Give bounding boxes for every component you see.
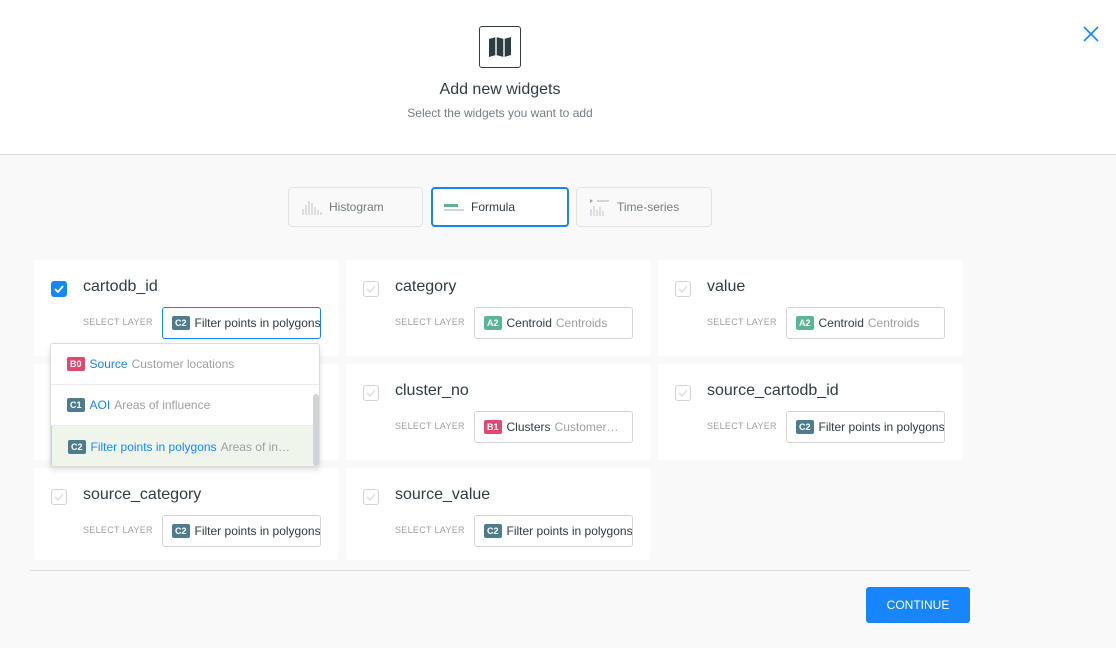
formula-icon	[444, 204, 464, 211]
layer-name: Filter points in polygons	[506, 524, 633, 538]
checkbox[interactable]	[675, 281, 691, 297]
check-icon	[678, 389, 688, 397]
checkbox[interactable]	[363, 489, 379, 505]
layer-source: Centroids	[867, 316, 920, 330]
check-icon	[54, 493, 64, 501]
layer-name: Filter points in polygons	[818, 420, 945, 434]
check-icon	[678, 285, 688, 293]
layer-badge: C2	[68, 439, 86, 454]
widget-card-source-value: source_value SELECT LAYER C2 Filter poin…	[346, 468, 650, 560]
column-name: cluster_no	[395, 382, 469, 399]
column-name: category	[395, 278, 457, 295]
tab-time-series[interactable]: Time-series	[576, 187, 712, 227]
column-name: value	[707, 278, 746, 295]
select-layer-label: SELECT LAYER	[707, 317, 777, 327]
close-icon[interactable]	[1080, 23, 1102, 45]
select-layer-label: SELECT LAYER	[707, 421, 777, 431]
layer-source: Customer…	[554, 420, 619, 434]
tab-formula[interactable]: Formula	[431, 187, 569, 227]
tab-label: Time-series	[617, 200, 680, 214]
layer-badge: B0	[67, 357, 85, 371]
dropdown-scrollbar[interactable]	[313, 394, 319, 466]
layer-select[interactable]: B1 Clusters Customer…	[474, 411, 633, 443]
checkbox[interactable]	[51, 489, 67, 505]
column-name: source_cartodb_id	[707, 382, 839, 399]
column-name: source_value	[395, 486, 491, 503]
layer-name: Filter points in polygons	[194, 316, 321, 330]
check-icon	[366, 493, 376, 501]
layer-select[interactable]: C2 Filter points in polygons	[162, 307, 321, 339]
continue-button[interactable]: CONTINUE	[866, 587, 970, 623]
checkbox[interactable]	[363, 385, 379, 401]
option-name: Filter points in polygons	[90, 439, 217, 454]
time-series-icon	[590, 199, 609, 216]
select-layer-label: SELECT LAYER	[83, 317, 153, 327]
modal-header: Add new widgets Select the widgets you w…	[0, 0, 1116, 155]
checkbox[interactable]	[675, 385, 691, 401]
option-source: Customer locations	[131, 357, 235, 371]
widget-card-cluster-no: cluster_no SELECT LAYER B1 Clusters Cust…	[346, 364, 650, 460]
select-layer-label: SELECT LAYER	[395, 421, 465, 431]
modal-title: Add new widgets	[439, 81, 561, 98]
checkbox[interactable]	[51, 281, 67, 297]
widget-card-source-category: source_category SELECT LAYER C2 Filter p…	[34, 468, 338, 560]
layer-name: Centroid	[818, 316, 864, 330]
layer-badge: C2	[172, 316, 190, 330]
select-layer-label: SELECT LAYER	[395, 317, 465, 327]
option-source: Areas of in…	[220, 439, 290, 454]
checkbox[interactable]	[363, 281, 379, 297]
layer-select[interactable]: C2 Filter points in polygons	[162, 515, 321, 547]
layer-source: Centroids	[555, 316, 608, 330]
select-layer-label: SELECT LAYER	[83, 525, 153, 535]
dropdown-option-aoi[interactable]: C1 AOI Areas of influence	[51, 385, 319, 426]
layer-badge: B1	[484, 420, 502, 434]
option-name: Source	[89, 357, 128, 371]
column-name: cartodb_id	[83, 278, 158, 295]
layer-select[interactable]: C2 Filter points in polygons	[474, 515, 633, 547]
widget-card-category: category SELECT LAYER A2 Centroid Centro…	[346, 260, 650, 356]
layer-name: Filter points in polygons	[194, 524, 321, 538]
widget-card-cartodb-id: cartodb_id SELECT LAYER C2 Filter points…	[34, 260, 338, 356]
select-layer-label: SELECT LAYER	[395, 525, 465, 535]
check-icon	[366, 389, 376, 397]
layer-badge: C2	[796, 420, 814, 434]
widget-card-value: value SELECT LAYER A2 Centroid Centroids	[658, 260, 962, 356]
layer-name: Clusters	[506, 420, 551, 434]
histogram-icon	[302, 201, 322, 215]
option-name: AOI	[89, 398, 111, 412]
column-name: source_category	[83, 486, 202, 503]
widget-card-source-cartodb-id: source_cartodb_id SELECT LAYER C2 Filter…	[658, 364, 962, 460]
map-icon	[479, 26, 521, 68]
layer-badge: C1	[67, 398, 85, 412]
dropdown-option-source[interactable]: B0 Source Customer locations	[51, 344, 319, 385]
tab-label: Formula	[471, 200, 516, 214]
tab-histogram[interactable]: Histogram	[288, 187, 423, 227]
layer-name: Centroid	[506, 316, 552, 330]
check-icon	[54, 285, 64, 293]
layer-badge: C2	[484, 524, 502, 538]
option-source: Areas of influence	[114, 398, 211, 412]
layer-badge: A2	[796, 316, 814, 330]
footer-divider	[30, 570, 970, 571]
tab-label: Histogram	[329, 200, 384, 214]
dropdown-option-filter-points[interactable]: C2 Filter points in polygons Areas of in…	[51, 426, 319, 466]
layer-badge: C2	[172, 524, 190, 538]
check-icon	[366, 285, 376, 293]
layer-select[interactable]: C2 Filter points in polygons	[786, 411, 945, 443]
layer-select[interactable]: A2 Centroid Centroids	[786, 307, 945, 339]
layer-dropdown: B0 Source Customer locations C1 AOI Area…	[50, 343, 320, 467]
layer-select[interactable]: A2 Centroid Centroids	[474, 307, 633, 339]
modal-subtitle: Select the widgets you want to add	[407, 106, 593, 120]
layer-badge: A2	[484, 316, 502, 330]
